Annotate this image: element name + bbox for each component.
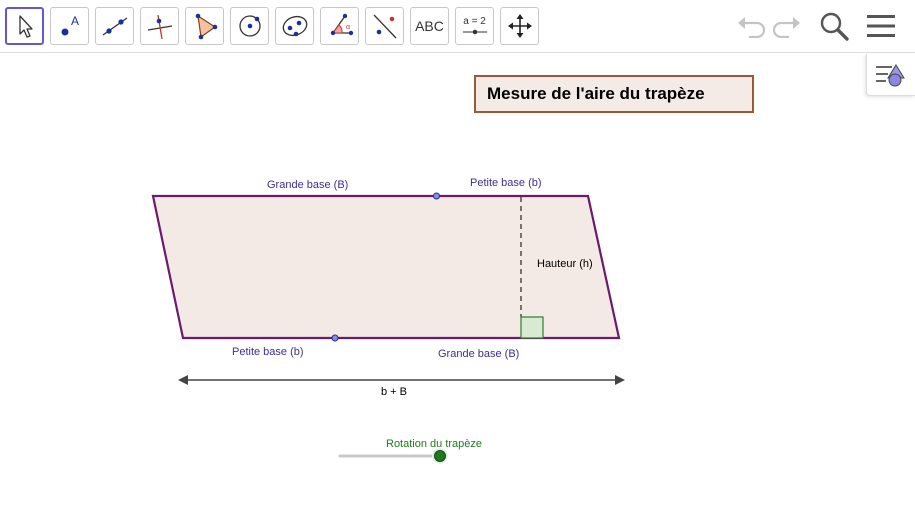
svg-text:A: A [71, 14, 79, 28]
petite-base-bottom-label: Petite base (b) [232, 346, 304, 358]
cursor-arrow-icon [18, 15, 33, 38]
line-tool-button[interactable] [95, 7, 134, 45]
circle-center-point-icon [238, 15, 261, 37]
perpendicular-line-tool-button[interactable] [140, 7, 179, 45]
redo-button[interactable] [769, 8, 805, 44]
svg-text:α: α [346, 24, 350, 31]
slider-tool-label: a = 2 [463, 16, 486, 27]
bottom-split-point[interactable] [331, 334, 339, 342]
point-tool-button[interactable]: A [50, 7, 89, 45]
undo-button[interactable] [733, 8, 769, 44]
angle-icon: α [330, 13, 353, 36]
parallelogram-shape[interactable] [151, 194, 621, 340]
search-button[interactable] [816, 8, 852, 44]
graphics-view[interactable]: Grande base (B) Petite base (b) Hauteur … [0, 0, 915, 511]
redo-icon [772, 17, 800, 38]
point-a-icon: A [61, 14, 79, 36]
sum-arrow-left-head [178, 375, 188, 385]
slider-tool-button[interactable]: a = 2 [455, 7, 494, 45]
perpendicular-line-icon [147, 14, 172, 40]
hauteur-label: Hauteur (h) [537, 258, 593, 270]
algebra-view-toggle[interactable] [866, 54, 915, 96]
grande-base-bottom-label: Grande base (B) [438, 348, 519, 360]
menu-button[interactable] [863, 8, 899, 44]
menu-icon [867, 15, 895, 37]
toolbar: A α ABC a = 2 [0, 0, 915, 53]
page-title: Mesure de l'aire du trapèze [487, 84, 705, 103]
title-box[interactable]: Mesure de l'aire du trapèze [474, 75, 754, 113]
move-tool-button[interactable] [5, 7, 44, 45]
petite-base-top-label: Petite base (b) [470, 177, 542, 189]
right-angle-marker [520, 316, 544, 339]
slider-mini-icon [462, 29, 487, 35]
slider-knob[interactable] [432, 448, 448, 464]
circle-tool-button[interactable] [230, 7, 269, 45]
algebra-view-icon [876, 63, 905, 86]
polygon-icon [195, 13, 217, 40]
grande-base-top-label: Grande base (B) [267, 179, 348, 191]
slider-knob-core[interactable] [434, 450, 446, 462]
polygon-tool-button[interactable] [185, 7, 224, 45]
ellipse-tool-button[interactable] [275, 7, 314, 45]
top-split-point[interactable] [433, 192, 440, 200]
ellipse-icon [282, 15, 307, 37]
text-tool-button[interactable]: ABC [410, 7, 449, 45]
undo-icon [738, 17, 766, 38]
move-graphics-view-tool-button[interactable] [500, 7, 539, 45]
slider-label: Rotation du trapèze [386, 438, 482, 450]
sum-arrow-right-head [615, 375, 625, 385]
line-through-points-icon [102, 17, 127, 36]
reflect-about-line-icon [373, 14, 396, 39]
sum-label: b + B [381, 386, 407, 398]
text-tool-label: ABC [415, 18, 444, 34]
angle-tool-button[interactable]: α [320, 7, 359, 45]
move-arrows-icon [507, 14, 532, 38]
search-icon [820, 12, 849, 41]
reflect-tool-button[interactable] [365, 7, 404, 45]
